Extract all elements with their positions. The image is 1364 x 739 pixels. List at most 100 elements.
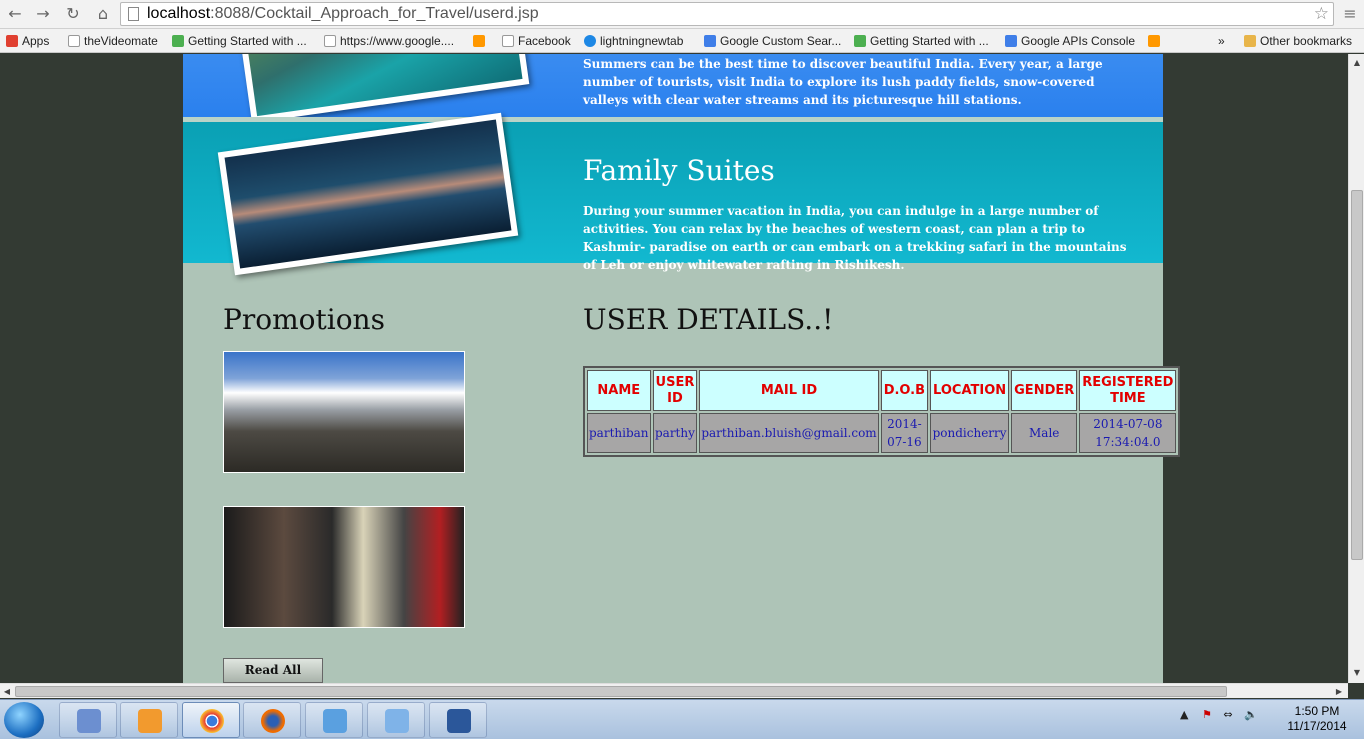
page-icon bbox=[68, 35, 80, 47]
bookmark-lightningnewtab[interactable]: lightningnewtab bbox=[584, 33, 683, 49]
cell-gender: Male bbox=[1011, 413, 1078, 453]
bookmark-google-apis[interactable]: Google APIs Console bbox=[1005, 33, 1135, 49]
apps-grid-icon bbox=[6, 35, 18, 47]
page-icon bbox=[502, 35, 514, 47]
taskbar-app-box[interactable] bbox=[367, 702, 425, 738]
finder-icon bbox=[77, 709, 101, 733]
media-player-icon bbox=[138, 709, 162, 733]
word-icon bbox=[447, 709, 471, 733]
bookmark-orange[interactable] bbox=[473, 33, 489, 49]
horizontal-scrollbar[interactable]: ◀ ▶ bbox=[0, 683, 1348, 698]
taskbar-chrome[interactable] bbox=[182, 702, 240, 738]
cell-location: pondicherry bbox=[930, 413, 1010, 453]
bookmarks-bar: Apps theVideomate Getting Started with .… bbox=[0, 29, 1364, 53]
rainbow-icon bbox=[1148, 35, 1160, 47]
column-header-name: NAME bbox=[587, 370, 651, 411]
drive-icon bbox=[854, 35, 866, 47]
scroll-down-icon[interactable]: ▼ bbox=[1349, 666, 1364, 680]
bookmark-thevideomate[interactable]: theVideomate bbox=[68, 33, 158, 49]
bookmark-google-https[interactable]: https://www.google.... bbox=[324, 33, 454, 49]
address-bar[interactable]: localhost:8088/Cocktail_Approach_for_Tra… bbox=[120, 2, 1334, 26]
flag-icon[interactable]: ⚑ bbox=[1202, 708, 1212, 721]
promo-image-mountains[interactable] bbox=[223, 351, 465, 473]
bookmark-label: Getting Started with ... bbox=[188, 34, 307, 48]
bookmark-facebook[interactable]: Facebook bbox=[502, 33, 571, 49]
scroll-right-icon[interactable]: ▶ bbox=[1332, 684, 1346, 699]
bookmark-label: Apps bbox=[22, 34, 50, 48]
cell-name: parthiban bbox=[587, 413, 651, 453]
banner-photo-coast bbox=[236, 54, 530, 123]
cell-mail-id: parthiban.bluish@gmail.com bbox=[699, 413, 879, 453]
taskbar-app-lightning[interactable] bbox=[305, 702, 363, 738]
bookmark-getting-started-2[interactable]: Getting Started with ... bbox=[854, 33, 989, 49]
promotions-title: Promotions bbox=[223, 303, 385, 336]
column-header-mail-id: MAIL ID bbox=[699, 370, 879, 411]
google-icon bbox=[1005, 35, 1017, 47]
table-header-row: NAME USER ID MAIL ID D.O.B LOCATION GEND… bbox=[587, 370, 1177, 411]
forward-icon[interactable]: → bbox=[32, 4, 54, 24]
volume-icon[interactable]: 🔈 bbox=[1244, 708, 1258, 721]
bookmark-google-custom-search[interactable]: Google Custom Sear... bbox=[704, 33, 841, 49]
cell-dob: 2014-07-16 bbox=[880, 413, 929, 453]
page-viewport: Summers can be the best time to discover… bbox=[0, 54, 1348, 683]
windows-taskbar: ▲ ⚑ ⇔ 🔈 1:50 PM 11/17/2014 bbox=[0, 699, 1364, 739]
page-icon bbox=[324, 35, 336, 47]
box-icon bbox=[385, 709, 409, 733]
family-suites-title: Family Suites bbox=[583, 154, 775, 187]
back-icon[interactable]: ← bbox=[4, 4, 26, 24]
bookmark-label: Other bookmarks bbox=[1260, 34, 1353, 48]
bookmark-label: theVideomate bbox=[84, 34, 158, 48]
vertical-scroll-thumb[interactable] bbox=[1351, 190, 1363, 560]
tray-expand-icon[interactable]: ▲ bbox=[1180, 708, 1188, 721]
user-details-table: NAME USER ID MAIL ID D.O.B LOCATION GEND… bbox=[583, 366, 1181, 457]
clock-time: 1:50 PM bbox=[1294, 704, 1340, 718]
lightning-icon bbox=[584, 35, 596, 47]
url-host: localhost bbox=[147, 5, 211, 22]
bookmark-label: Google APIs Console bbox=[1021, 34, 1136, 48]
bookmark-apps[interactable]: Apps bbox=[6, 33, 49, 49]
taskbar-clock[interactable]: 1:50 PM 11/17/2014 bbox=[1282, 704, 1352, 734]
promo-image-scooter[interactable] bbox=[223, 506, 465, 628]
chrome-icon bbox=[200, 709, 224, 733]
bookmark-star-icon[interactable]: ☆ bbox=[1314, 3, 1329, 25]
menu-icon[interactable]: ≡ bbox=[1340, 4, 1360, 24]
vertical-scrollbar[interactable]: ▲ ▼ bbox=[1348, 54, 1364, 683]
taskbar-word[interactable] bbox=[429, 702, 487, 738]
read-all-button[interactable]: Read All bbox=[223, 658, 323, 683]
other-bookmarks[interactable]: Other bookmarks bbox=[1244, 33, 1352, 49]
taskbar-firefox[interactable] bbox=[243, 702, 301, 738]
firefox-icon bbox=[261, 709, 285, 733]
system-tray: ▲ ⚑ ⇔ 🔈 bbox=[1180, 708, 1258, 721]
table-row: parthiban parthy parthiban.bluish@gmail.… bbox=[587, 413, 1177, 453]
bookmarks-overflow[interactable]: » bbox=[1218, 33, 1225, 49]
banner-summers-text: Summers can be the best time to discover… bbox=[583, 57, 1103, 107]
user-details-title: USER DETAILS..! bbox=[583, 303, 834, 336]
drive-icon bbox=[172, 35, 184, 47]
bookmark-orange-2[interactable] bbox=[1148, 33, 1164, 49]
cell-registered-time: 2014-07-08 17:34:04.0 bbox=[1079, 413, 1177, 453]
start-button-icon[interactable] bbox=[4, 702, 44, 738]
taskbar-media-player[interactable] bbox=[120, 702, 178, 738]
clock-date: 11/17/2014 bbox=[1287, 719, 1347, 733]
browser-toolbar: ← → ↻ ⌂ localhost:8088/Cocktail_Approach… bbox=[0, 0, 1364, 29]
bookmark-label: Google Custom Sear... bbox=[720, 34, 842, 48]
bookmark-getting-started-1[interactable]: Getting Started with ... bbox=[172, 33, 307, 49]
taskbar-finder[interactable] bbox=[59, 702, 117, 738]
page-container: Summers can be the best time to discover… bbox=[183, 54, 1181, 683]
network-icon[interactable]: ⇔ bbox=[1223, 708, 1232, 721]
banner-family-suites: Family Suites During your summer vacatio… bbox=[183, 112, 1163, 276]
home-icon[interactable]: ⌂ bbox=[92, 4, 114, 24]
column-header-user-id: USER ID bbox=[652, 370, 698, 411]
lightning-icon bbox=[323, 709, 347, 733]
bookmark-label: lightningnewtab bbox=[600, 34, 684, 48]
column-header-gender: GENDER bbox=[1011, 370, 1078, 411]
horizontal-scroll-thumb[interactable] bbox=[15, 686, 1227, 697]
folder-icon bbox=[1244, 35, 1256, 47]
scroll-left-icon[interactable]: ◀ bbox=[0, 684, 14, 699]
rainbow-icon bbox=[473, 35, 485, 47]
column-header-dob: D.O.B bbox=[880, 370, 929, 411]
page-icon bbox=[128, 7, 139, 21]
url-path: :8088/Cocktail_Approach_for_Travel/userd… bbox=[210, 5, 539, 22]
reload-icon[interactable]: ↻ bbox=[62, 4, 84, 24]
scroll-up-icon[interactable]: ▲ bbox=[1349, 56, 1364, 70]
